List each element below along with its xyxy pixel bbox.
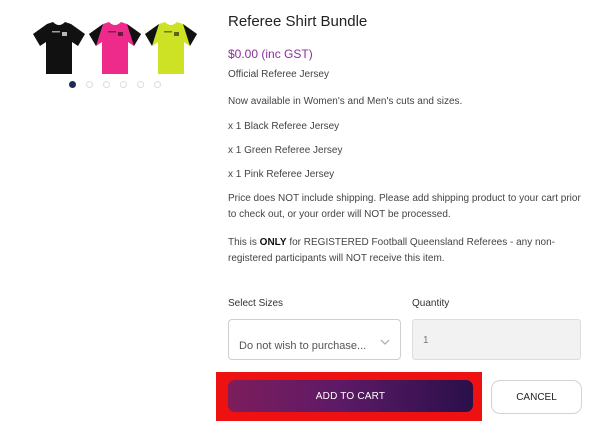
eligibility-note: This is ONLY for REGISTERED Football Que… (228, 235, 583, 267)
eligibility-emphasis: ONLY (259, 237, 287, 248)
chevron-down-icon (380, 339, 390, 345)
carousel-dot-3[interactable] (103, 81, 110, 88)
carousel-dot-4[interactable] (120, 81, 127, 88)
sizes-label: Select Sizes (228, 298, 284, 309)
carousel-dot-2[interactable] (86, 81, 93, 88)
shipping-note: Price does NOT include shipping. Please … (228, 193, 581, 220)
description-line: x 1 Green Referee Jersey (228, 145, 343, 156)
product-title: Referee Shirt Bundle (228, 13, 368, 30)
quantity-label: Quantity (412, 298, 450, 309)
cancel-button[interactable]: CANCEL (491, 380, 582, 414)
product-price: $0.00 (inc GST) (228, 47, 313, 61)
product-image-carousel[interactable] (30, 14, 200, 94)
size-select[interactable]: Do not wish to purchase... (228, 319, 401, 360)
product-subtitle: Official Referee Jersey (228, 69, 329, 80)
pink-shirt-image (88, 20, 142, 76)
add-to-cart-button[interactable]: ADD TO CART (228, 380, 473, 412)
description-line: Now available in Women's and Men's cuts … (228, 96, 463, 107)
description-line: x 1 Pink Referee Jersey (228, 169, 335, 180)
carousel-dot-1[interactable] (69, 81, 76, 88)
black-shirt-image (32, 20, 86, 76)
size-select-value: Do not wish to purchase... (239, 340, 367, 352)
quantity-value: 1 (423, 335, 429, 346)
carousel-dot-5[interactable] (137, 81, 144, 88)
quantity-input[interactable]: 1 (412, 319, 581, 360)
carousel-dots (69, 81, 169, 89)
green-shirt-image (144, 20, 198, 76)
carousel-dot-6[interactable] (154, 81, 161, 88)
description-line: x 1 Black Referee Jersey (228, 121, 340, 132)
eligibility-prefix: This is (228, 237, 260, 248)
shirt-shape (33, 22, 85, 74)
